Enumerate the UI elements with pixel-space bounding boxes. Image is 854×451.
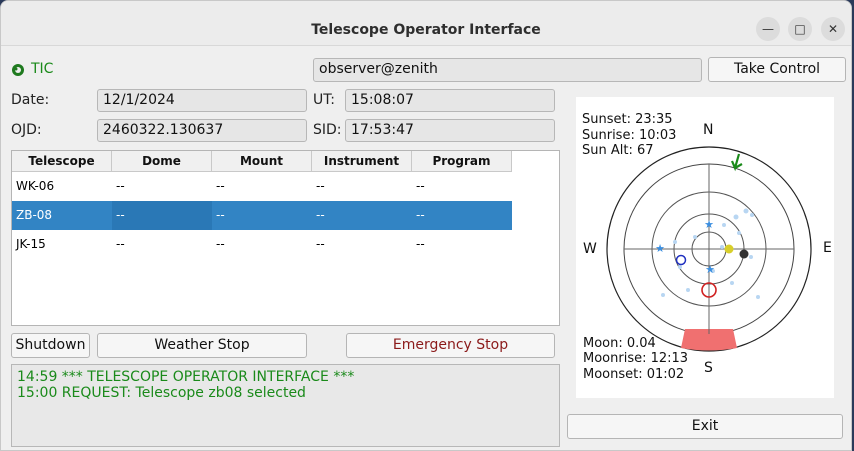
table-cell: -- — [216, 237, 225, 251]
table-row[interactable]: JK-15 -- -- -- -- — [12, 230, 512, 259]
log-line: 14:59 *** TELESCOPE OPERATOR INTERFACE *… — [17, 369, 355, 385]
column-header[interactable]: Telescope — [12, 151, 112, 171]
weather-stop-button[interactable]: Weather Stop — [97, 333, 307, 358]
user-field[interactable]: observer@zenith — [313, 58, 702, 82]
table-row-selected[interactable]: ZB-08 -- -- -- -- — [12, 201, 512, 230]
table-header: Telescope Dome Mount Instrument Program — [12, 151, 512, 172]
tic-icon — [11, 62, 25, 76]
table-cell: -- — [316, 179, 325, 193]
shutdown-button[interactable]: Shutdown — [11, 333, 90, 358]
sid-label: SID: — [313, 122, 342, 138]
table-cell: -- — [416, 237, 425, 251]
table-cell: -- — [416, 208, 425, 222]
emergency-stop-button[interactable]: Emergency Stop — [346, 333, 555, 358]
message-log: 14:59 *** TELESCOPE OPERATOR INTERFACE *… — [11, 364, 560, 447]
log-line: 15:00 REQUEST: Telescope zb08 selected — [17, 385, 306, 401]
table-cell: -- — [216, 208, 225, 222]
column-header[interactable]: Dome — [112, 151, 212, 171]
star-marker: ★ — [704, 218, 714, 231]
column-header[interactable]: Mount — [212, 151, 312, 171]
sky-chart: ★ ★ ★ — [606, 146, 812, 352]
table-cell: -- — [116, 179, 125, 193]
sid-field: 17:53:47 — [345, 119, 555, 142]
table-cell: WK-06 — [16, 179, 55, 193]
table-cell: -- — [116, 237, 125, 251]
table-cell: -- — [416, 179, 425, 193]
column-header[interactable]: Program — [412, 151, 512, 171]
table-cell: -- — [216, 179, 225, 193]
ojd-field: 2460322.130637 — [97, 119, 307, 142]
column-header[interactable]: Instrument — [312, 151, 412, 171]
exit-button[interactable]: Exit — [567, 414, 843, 439]
moon-marker — [739, 249, 749, 259]
app-label: TIC — [31, 61, 54, 77]
close-button[interactable]: ✕ — [821, 17, 845, 41]
take-control-button[interactable]: Take Control — [708, 57, 846, 82]
date-label: Date: — [11, 92, 50, 108]
window-title: Telescope Operator Interface — [311, 22, 541, 38]
telescope-table: Telescope Dome Mount Instrument Program … — [11, 150, 560, 326]
title-bar: Telescope Operator Interface — □ ✕ — [1, 1, 851, 46]
maximize-button[interactable]: □ — [788, 17, 812, 41]
date-field: 12/1/2024 — [97, 89, 307, 112]
table-cell: JK-15 — [16, 237, 46, 251]
table-cell: -- — [316, 237, 325, 251]
table-row[interactable]: WK-06 -- -- -- -- — [12, 172, 512, 201]
minimize-button[interactable]: — — [756, 17, 780, 41]
table-cell: -- — [112, 201, 212, 230]
sky-map-panel: Sunset: 23:35 Sunrise: 10:03 Sun Alt: 67… — [576, 97, 834, 398]
table-cell: ZB-08 — [16, 208, 53, 222]
star-marker: ★ — [705, 263, 715, 276]
ojd-label: OJD: — [11, 122, 42, 138]
ut-field: 15:08:07 — [345, 89, 555, 112]
sun-marker — [724, 244, 734, 254]
star-marker: ★ — [655, 242, 665, 255]
table-cell: -- — [316, 208, 325, 222]
app-window: Telescope Operator Interface — □ ✕ TIC o… — [0, 0, 852, 451]
ut-label: UT: — [313, 92, 335, 108]
